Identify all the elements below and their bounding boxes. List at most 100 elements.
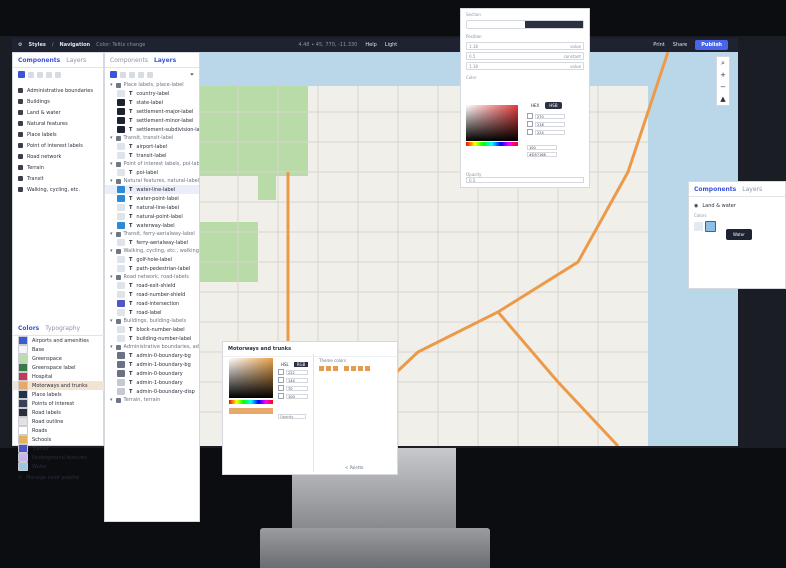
- color-item[interactable]: Greenspace: [13, 354, 105, 363]
- light-button[interactable]: Light: [385, 42, 397, 48]
- search-icon[interactable]: ⌕: [721, 57, 725, 69]
- add-component-button[interactable]: [18, 71, 25, 78]
- layer-group[interactable]: ▾ Terrain, terrain: [105, 396, 199, 404]
- layer-row[interactable]: Twater-line-label: [105, 185, 199, 194]
- layer-row[interactable]: Tpoi-label: [105, 168, 199, 177]
- layer-row[interactable]: Twaterway-label: [105, 221, 199, 230]
- layer-group[interactable]: ▾ Road network, road-labels: [105, 273, 199, 281]
- layer-group[interactable]: ▾ Administrative boundaries, ad: [105, 343, 199, 351]
- compass-icon[interactable]: ▲: [720, 93, 725, 105]
- opacity-input[interactable]: 0.5: [466, 177, 584, 183]
- add-layer-button[interactable]: [110, 71, 117, 78]
- layer-row[interactable]: Tsettlement-major-label: [105, 107, 199, 116]
- component-item[interactable]: Road network: [13, 151, 103, 162]
- land-water-item[interactable]: ◉ Land & water: [689, 201, 785, 210]
- mode-hex[interactable]: HEX: [527, 102, 543, 109]
- component-item[interactable]: Transit: [13, 173, 103, 184]
- layer-row[interactable]: Tnatural-point-label: [105, 212, 199, 221]
- filter-icon[interactable]: ⏷: [190, 72, 194, 78]
- position-input[interactable]: 0.5 constant: [466, 52, 584, 60]
- tool-button[interactable]: [37, 71, 43, 78]
- saturation-area[interactable]: [466, 105, 518, 141]
- position-input[interactable]: 1.18 value: [466, 62, 584, 70]
- layer-row[interactable]: Tadmin-0-boundary: [105, 369, 199, 378]
- tool-button[interactable]: [55, 71, 61, 78]
- layer-row[interactable]: Tadmin-0-boundary-disp: [105, 387, 199, 396]
- tab-typography[interactable]: Typography: [45, 325, 80, 332]
- tool-button[interactable]: [147, 71, 153, 78]
- color-chip[interactable]: [358, 366, 363, 371]
- color-item[interactable]: Transit: [13, 444, 105, 453]
- layer-row[interactable]: Tgolf-hole-label: [105, 255, 199, 264]
- component-item[interactable]: Point of interest labels: [13, 140, 103, 151]
- color-item[interactable]: Place labels: [13, 390, 105, 399]
- color-chip[interactable]: [365, 366, 370, 371]
- tool-button[interactable]: [138, 71, 144, 78]
- layer-row[interactable]: Tairport-label: [105, 142, 199, 151]
- layer-group[interactable]: ▾ Transit, transit-label: [105, 134, 199, 142]
- publish-button[interactable]: Publish: [695, 40, 728, 50]
- color-item[interactable]: Water: [13, 462, 105, 471]
- tab-components[interactable]: Components: [110, 57, 148, 64]
- channel-input[interactable]: 144: [286, 377, 308, 383]
- dialog-mode-a[interactable]: HSL: [278, 362, 292, 367]
- channel-input[interactable]: 218: [535, 121, 565, 127]
- color-item[interactable]: Roads: [13, 426, 105, 435]
- layer-row[interactable]: Tsettlement-subdivision-label: [105, 125, 199, 134]
- color-swatch[interactable]: [694, 222, 703, 231]
- color-chip[interactable]: [344, 366, 349, 371]
- position-input[interactable]: 1.18 value: [466, 42, 584, 50]
- tab-colors[interactable]: Colors: [18, 325, 39, 332]
- layer-row[interactable]: Tsettlement-minor-label: [105, 116, 199, 125]
- tool-button[interactable]: [28, 71, 34, 78]
- color-chip[interactable]: [333, 366, 338, 371]
- channel-checkbox[interactable]: [527, 113, 533, 119]
- dialog-opacity[interactable]: Opacity: [278, 414, 306, 419]
- layer-row[interactable]: Troad-number-shield: [105, 290, 199, 299]
- color-item[interactable]: Airports and amenities: [13, 336, 105, 345]
- channel-input[interactable]: 70: [286, 385, 308, 391]
- layer-row[interactable]: Troad-label: [105, 308, 199, 317]
- tab-components[interactable]: Components: [18, 57, 60, 64]
- layer-row[interactable]: Ttransit-label: [105, 151, 199, 160]
- channel-input[interactable]: 270: [535, 113, 565, 119]
- layer-group[interactable]: ▾ Place labels, place-label: [105, 81, 199, 89]
- layer-row[interactable]: Twater-point-label: [105, 194, 199, 203]
- share-button[interactable]: Share: [673, 42, 687, 48]
- mode-hsb[interactable]: HSB: [545, 102, 562, 109]
- channel-checkbox[interactable]: [278, 377, 284, 383]
- layer-row[interactable]: Tferry-aerialway-label: [105, 238, 199, 247]
- component-item[interactable]: Land & water: [13, 107, 103, 118]
- color-chip[interactable]: [319, 366, 324, 371]
- zoom-in-button[interactable]: +: [720, 69, 726, 81]
- tab-layers[interactable]: Layers: [154, 57, 176, 64]
- layer-row[interactable]: Troad-intersection: [105, 299, 199, 308]
- dialog-saturation-area[interactable]: [229, 358, 273, 398]
- component-item[interactable]: Administrative boundaries: [13, 85, 103, 96]
- channel-checkbox[interactable]: [527, 129, 533, 135]
- layer-group[interactable]: ▾ Transit, ferry-aerialway-label: [105, 230, 199, 238]
- dialog-mode-b[interactable]: RGB: [293, 362, 309, 367]
- component-item[interactable]: Terrain: [13, 162, 103, 173]
- component-item[interactable]: Place labels: [13, 129, 103, 140]
- tab-layers[interactable]: Layers: [66, 57, 86, 64]
- component-item[interactable]: Buildings: [13, 96, 103, 107]
- color-item[interactable]: Points of interest: [13, 399, 105, 408]
- hue-slider[interactable]: [466, 142, 518, 146]
- layer-row[interactable]: Tstate-label: [105, 98, 199, 107]
- print-button[interactable]: Print: [653, 42, 665, 48]
- layer-row[interactable]: Tblock-number-label: [105, 325, 199, 334]
- color-item[interactable]: Greenspace label: [13, 363, 105, 372]
- color-item[interactable]: Schools: [13, 435, 105, 444]
- picker-extra-1[interactable]: 100: [527, 145, 557, 150]
- color-chip[interactable]: [326, 366, 331, 371]
- palette-back-link[interactable]: < Palette: [345, 465, 363, 470]
- color-item[interactable]: Underground features: [13, 453, 105, 462]
- channel-input[interactable]: 222: [286, 369, 308, 375]
- color-item[interactable]: Motorways and trunks: [13, 381, 105, 390]
- layer-row[interactable]: Tadmin-0-boundary-bg: [105, 351, 199, 360]
- channel-checkbox[interactable]: [278, 369, 284, 375]
- layer-row[interactable]: Tbuilding-number-label: [105, 334, 199, 343]
- layer-row[interactable]: Tadmin-1-boundary-bg: [105, 360, 199, 369]
- component-item[interactable]: Walking, cycling, etc.: [13, 184, 103, 195]
